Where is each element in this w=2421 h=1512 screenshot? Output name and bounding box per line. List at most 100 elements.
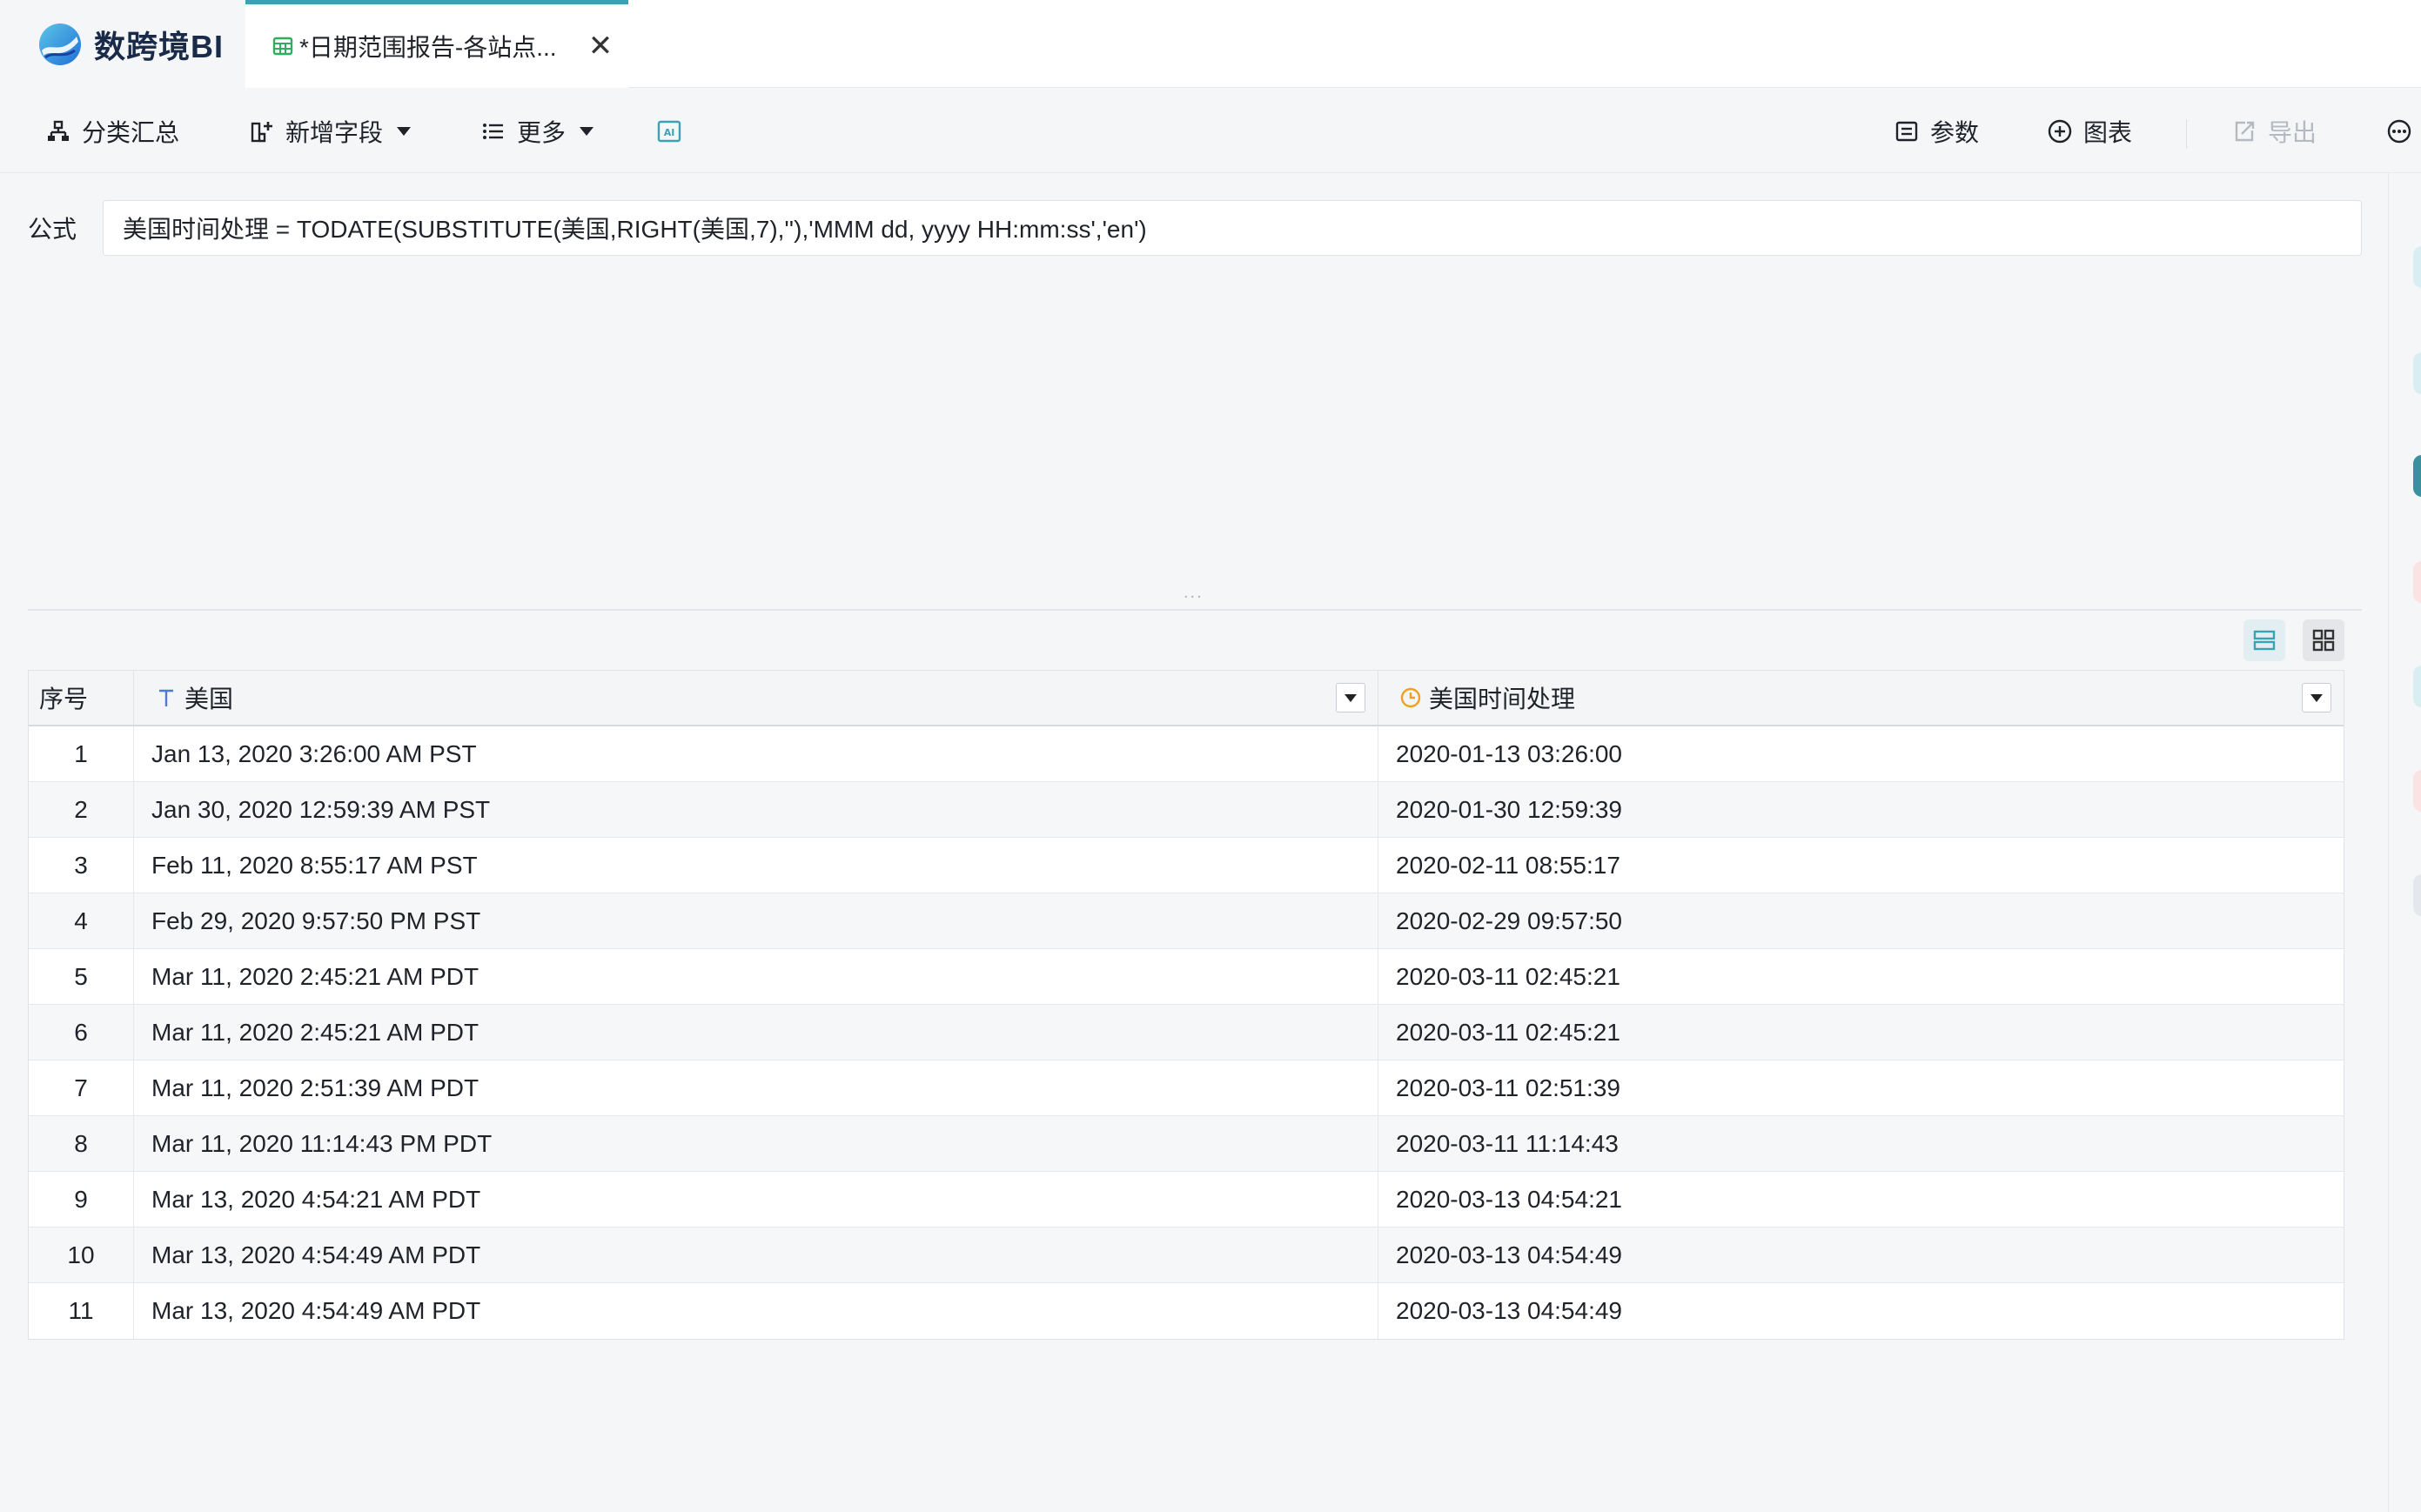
close-icon[interactable]: ✕	[583, 29, 618, 64]
parameter-label: 参数	[1930, 119, 1980, 146]
side-tab[interactable]	[2413, 770, 2421, 812]
chevron-down-icon	[1345, 693, 1357, 702]
ai-button[interactable]: AI	[656, 112, 682, 151]
cell-us[interactable]: Jan 13, 2020 3:26:00 AM PST	[134, 726, 1378, 781]
cell-index: 3	[29, 838, 134, 893]
more-button[interactable]: 更多	[480, 112, 594, 151]
tab-title: *日期范围报告-各站点...	[299, 34, 557, 61]
cell-converted[interactable]: 2020-01-13 03:26:00	[1378, 726, 2344, 781]
clock-icon	[1400, 687, 1421, 708]
row-layout-icon	[2253, 630, 2276, 651]
cell-us[interactable]: Mar 11, 2020 2:45:21 AM PDT	[134, 949, 1378, 1004]
ai-icon: AI	[657, 120, 681, 143]
parameter-icon	[1895, 121, 1918, 142]
header-us-label: 美国	[184, 686, 234, 713]
side-tab-active[interactable]	[2413, 455, 2421, 497]
cell-converted[interactable]: 2020-03-11 02:45:21	[1378, 949, 2344, 1004]
column-dropdown-button[interactable]	[2302, 683, 2331, 713]
cell-index: 11	[29, 1283, 134, 1339]
brand[interactable]: 数跨境BI	[0, 0, 245, 88]
cell-us[interactable]: Mar 11, 2020 2:45:21 AM PDT	[134, 1005, 1378, 1060]
chevron-down-icon	[2310, 693, 2323, 702]
column-dropdown-button[interactable]	[1336, 683, 1365, 713]
app-name: 数跨境BI	[94, 28, 225, 64]
header-us[interactable]: 美国	[134, 671, 1378, 725]
header-converted-label: 美国时间处理	[1429, 686, 1576, 713]
side-tab[interactable]	[2413, 666, 2421, 707]
cell-converted[interactable]: 2020-03-11 02:51:39	[1378, 1060, 2344, 1115]
cell-converted[interactable]: 2020-03-13 04:54:49	[1378, 1228, 2344, 1282]
table-body: 1 Jan 13, 2020 3:26:00 AM PST 2020-01-13…	[29, 726, 2344, 1339]
grid-view-button[interactable]	[2303, 619, 2344, 661]
cell-index: 10	[29, 1228, 134, 1282]
cell-converted[interactable]: 2020-03-13 04:54:49	[1378, 1283, 2344, 1339]
table-row[interactable]: 10 Mar 13, 2020 4:54:49 AM PDT 2020-03-1…	[29, 1228, 2344, 1283]
cell-converted[interactable]: 2020-02-11 08:55:17	[1378, 838, 2344, 893]
chart-label: 图表	[2083, 119, 2133, 146]
side-tab[interactable]	[2413, 352, 2421, 394]
table-row[interactable]: 5 Mar 11, 2020 2:45:21 AM PDT 2020-03-11…	[29, 949, 2344, 1005]
subtotal-label: 分类汇总	[82, 119, 180, 146]
export-button[interactable]: 导出	[2231, 112, 2317, 151]
splitter-handle[interactable]: ...	[1184, 583, 1204, 603]
cell-us[interactable]: Feb 11, 2020 8:55:17 AM PST	[134, 838, 1378, 893]
table-row[interactable]: 2 Jan 30, 2020 12:59:39 AM PST 2020-01-3…	[29, 782, 2344, 838]
tab-date-range-report[interactable]: *日期范围报告-各站点... ✕	[245, 0, 628, 88]
cell-converted[interactable]: 2020-03-11 11:14:43	[1378, 1116, 2344, 1171]
list-icon	[483, 124, 503, 139]
text-type-icon	[159, 689, 173, 706]
table-row[interactable]: 4 Feb 29, 2020 9:57:50 PM PST 2020-02-29…	[29, 893, 2344, 949]
cell-us[interactable]: Jan 30, 2020 12:59:39 AM PST	[134, 782, 1378, 837]
side-tab[interactable]	[2413, 246, 2421, 288]
table-row[interactable]: 8 Mar 11, 2020 11:14:43 PM PDT 2020-03-1…	[29, 1116, 2344, 1172]
hierarchy-icon	[48, 120, 69, 141]
header-converted[interactable]: 美国时间处理	[1378, 671, 2344, 725]
table-header: 序号 美国 美国时间处理	[29, 671, 2344, 726]
table-row[interactable]: 11 Mar 13, 2020 4:54:49 AM PDT 2020-03-1…	[29, 1283, 2344, 1339]
cell-index: 1	[29, 726, 134, 781]
table-row[interactable]: 1 Jan 13, 2020 3:26:00 AM PST 2020-01-13…	[29, 726, 2344, 782]
toolbar-divider	[2186, 119, 2187, 149]
parameter-button[interactable]: 参数	[1894, 112, 1979, 151]
more-options-button[interactable]	[2386, 112, 2412, 151]
row-view-button[interactable]	[2243, 619, 2285, 661]
cell-index: 6	[29, 1005, 134, 1060]
cell-us[interactable]: Mar 11, 2020 2:51:39 AM PDT	[134, 1060, 1378, 1115]
export-label: 导出	[2268, 119, 2317, 146]
cell-us[interactable]: Mar 13, 2020 4:54:49 AM PDT	[134, 1283, 1378, 1339]
export-icon	[2235, 121, 2255, 142]
more-label: 更多	[517, 119, 567, 146]
cell-index: 8	[29, 1116, 134, 1171]
cell-index: 7	[29, 1060, 134, 1115]
table-row[interactable]: 7 Mar 11, 2020 2:51:39 AM PDT 2020-03-11…	[29, 1060, 2344, 1116]
chart-button[interactable]: 图表	[2047, 112, 2132, 151]
table-row[interactable]: 6 Mar 11, 2020 2:45:21 AM PDT 2020-03-11…	[29, 1005, 2344, 1060]
formula-label: 公式	[28, 216, 77, 243]
formula-input[interactable]: 美国时间处理 = TODATE(SUBSTITUTE(美国,RIGHT(美国,7…	[103, 200, 2362, 256]
cell-us[interactable]: Feb 29, 2020 9:57:50 PM PST	[134, 893, 1378, 948]
formula-editor-area[interactable]	[28, 258, 2362, 609]
cell-converted[interactable]: 2020-02-29 09:57:50	[1378, 893, 2344, 948]
subtotal-button[interactable]: 分类汇总	[45, 112, 179, 151]
header-index: 序号	[29, 671, 134, 725]
cell-converted[interactable]: 2020-03-11 02:45:21	[1378, 1005, 2344, 1060]
data-table: 序号 美国 美国时间处理 1 Jan 13, 2020 3:26:00 AM P…	[28, 670, 2344, 1340]
formula-text: 美国时间处理 = TODATE(SUBSTITUTE(美国,RIGHT(美国,7…	[123, 216, 1147, 243]
more-circle-icon	[2387, 119, 2411, 144]
cell-converted[interactable]: 2020-03-13 04:54:21	[1378, 1172, 2344, 1227]
table-icon	[272, 37, 293, 56]
add-field-label: 新增字段	[285, 119, 384, 146]
cell-us[interactable]: Mar 13, 2020 4:54:21 AM PDT	[134, 1172, 1378, 1227]
splitter[interactable]	[28, 609, 2362, 611]
table-row[interactable]: 3 Feb 11, 2020 8:55:17 AM PST 2020-02-11…	[29, 838, 2344, 893]
table-row[interactable]: 9 Mar 13, 2020 4:54:21 AM PDT 2020-03-13…	[29, 1172, 2344, 1228]
add-field-button[interactable]: 新增字段	[249, 112, 412, 151]
cell-converted[interactable]: 2020-01-30 12:59:39	[1378, 782, 2344, 837]
header-index-label: 序号	[39, 686, 89, 713]
side-tab[interactable]	[2413, 561, 2421, 603]
cell-us[interactable]: Mar 13, 2020 4:54:49 AM PDT	[134, 1228, 1378, 1282]
cell-index: 4	[29, 893, 134, 948]
cell-us[interactable]: Mar 11, 2020 11:14:43 PM PDT	[134, 1116, 1378, 1171]
side-tab[interactable]	[2413, 874, 2421, 916]
cell-index: 5	[29, 949, 134, 1004]
